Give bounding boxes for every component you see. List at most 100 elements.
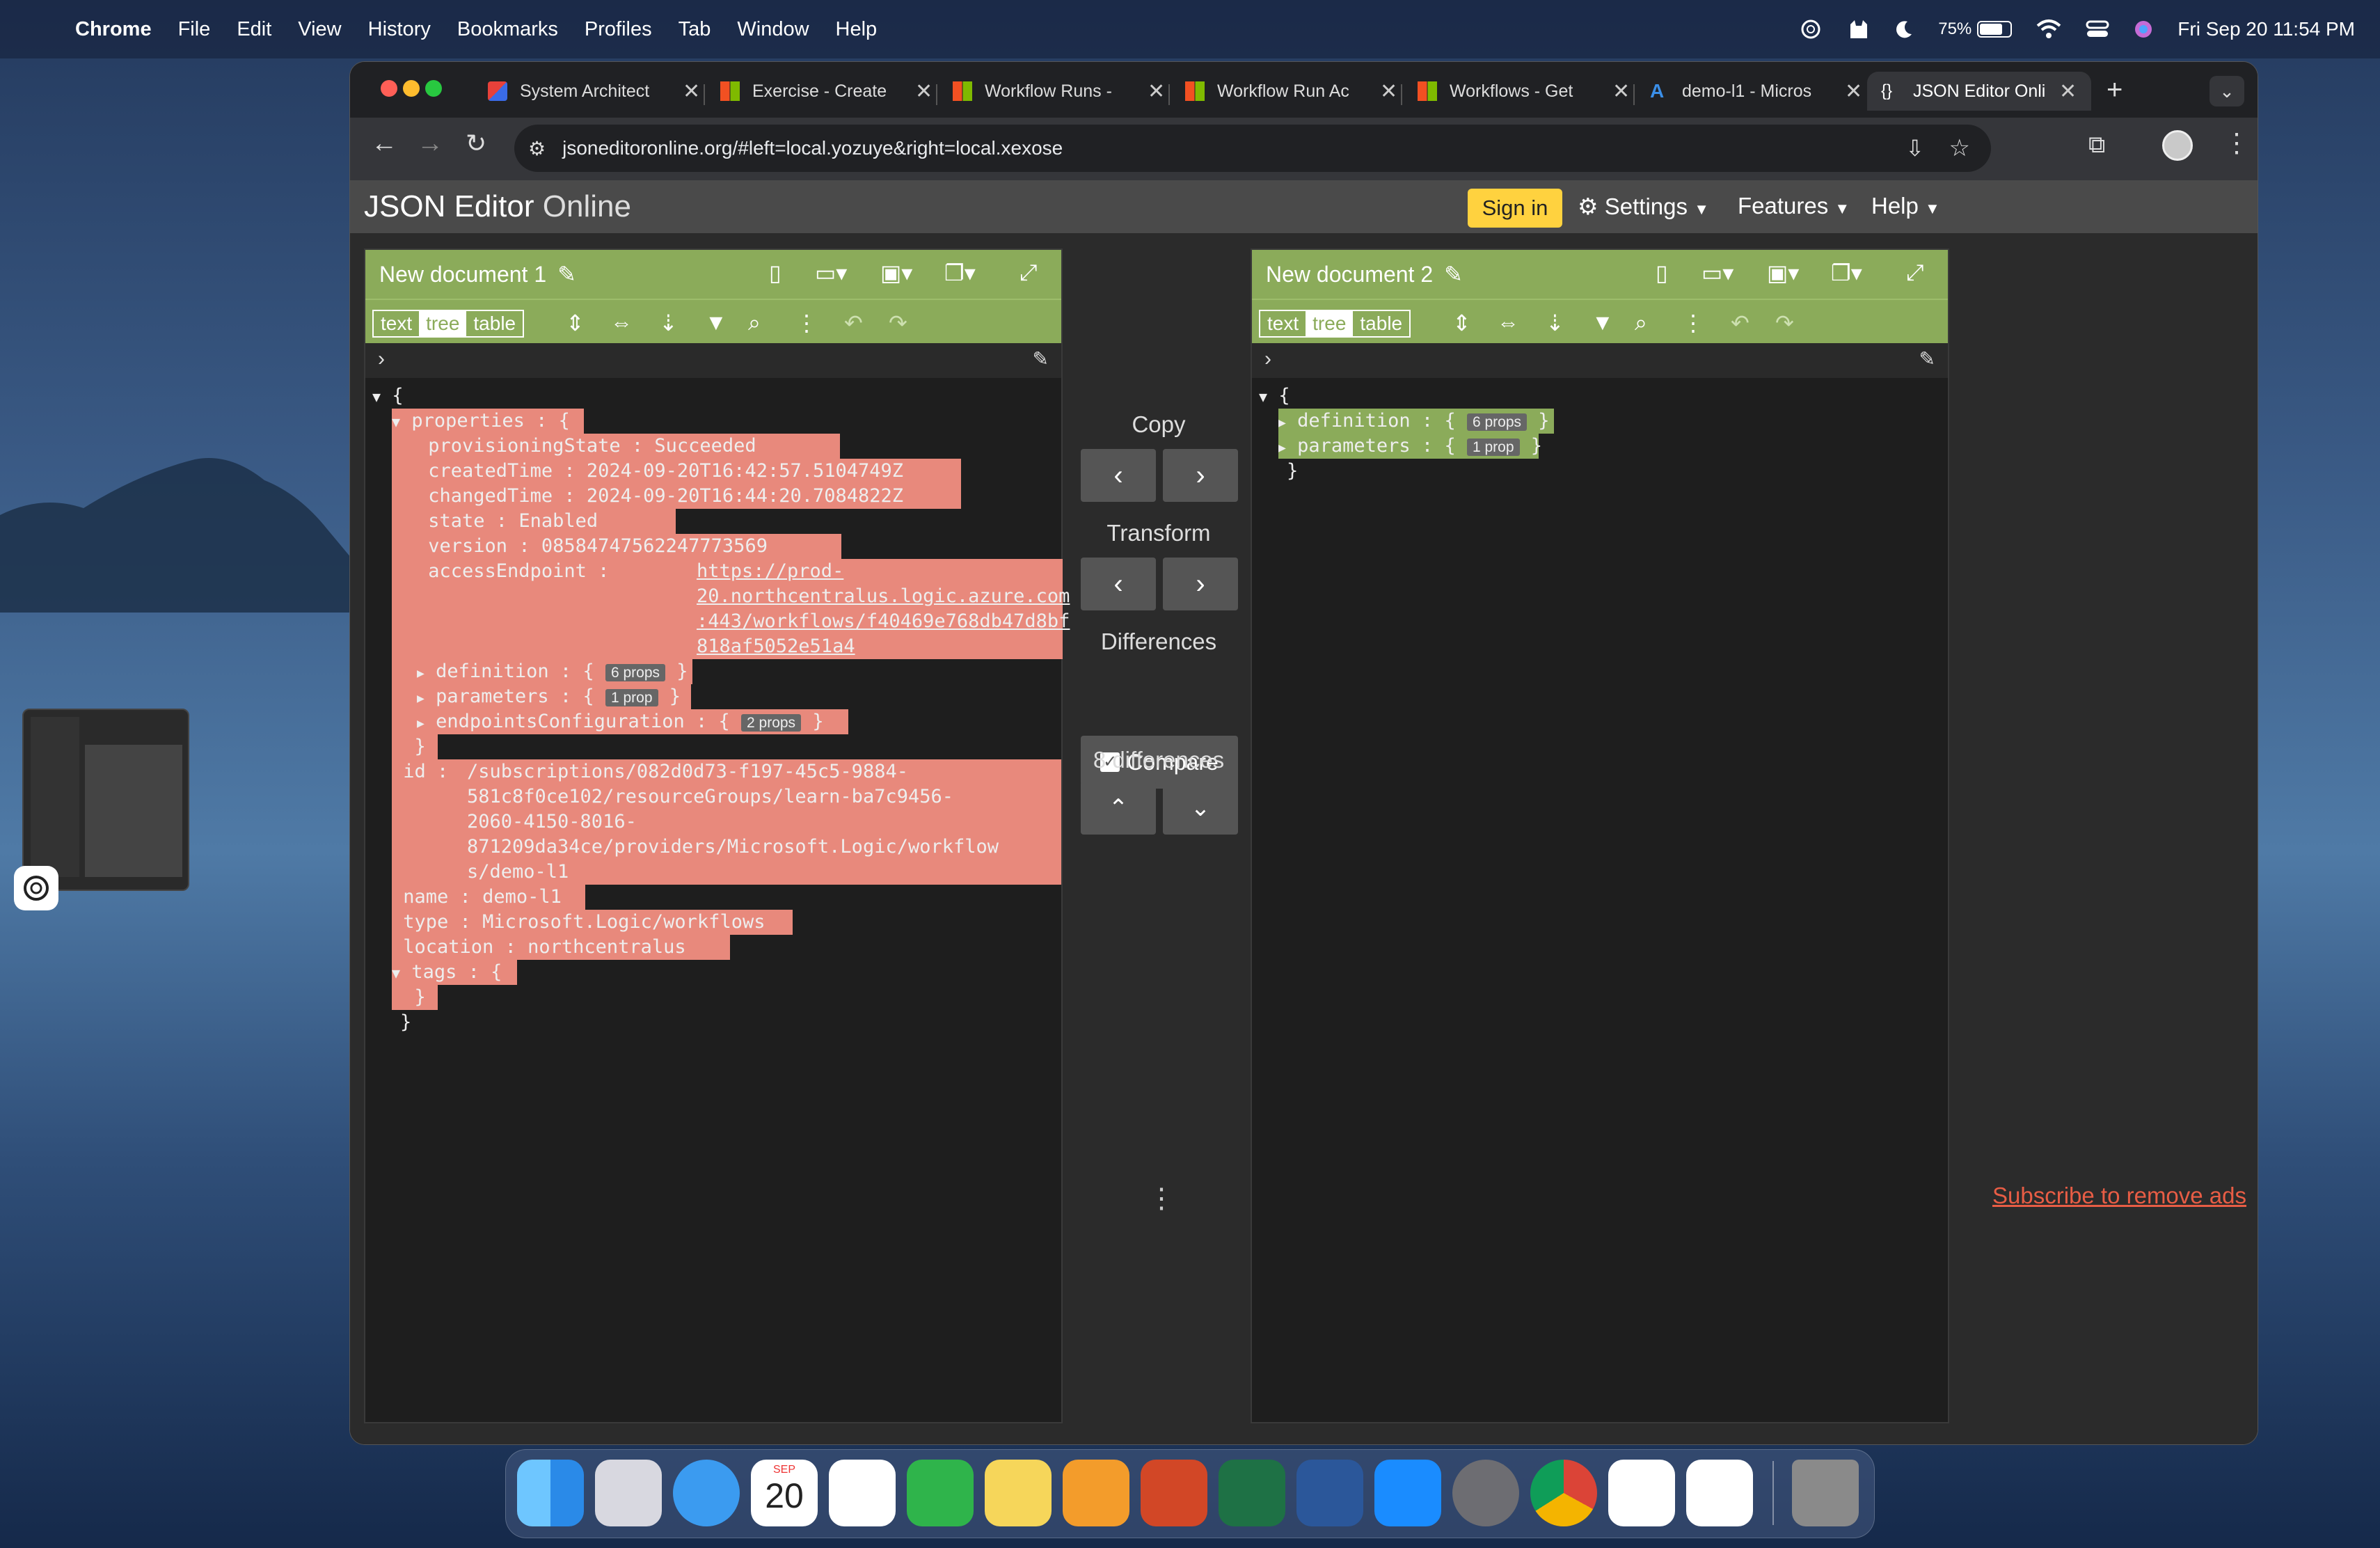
expand-all-icon[interactable]: ⇕ (1452, 310, 1471, 336)
chatgpt-app-icon[interactable] (14, 866, 58, 910)
node-value[interactable]: 2024-09-20T16:44:20.7084822Z (587, 485, 903, 507)
mode-text-tab[interactable]: text (374, 311, 419, 336)
menu-help[interactable]: Help (836, 18, 878, 41)
endpoints-configuration-node[interactable]: ▶ endpointsConfiguration : { 2 props } (417, 709, 848, 734)
site-settings-icon[interactable]: ⚙ (528, 137, 546, 160)
tab-exercise-create[interactable]: Exercise - Create ✕ (706, 72, 933, 111)
forward-arrow-icon[interactable]: → (417, 129, 443, 159)
expand-all-icon[interactable]: ⇕ (566, 310, 585, 336)
close-tab-icon[interactable]: ✕ (683, 79, 700, 104)
props-count-badge[interactable]: 1 prop (1466, 439, 1520, 456)
address-bar[interactable]: ⚙ jsoneditoronline.org/#left=local.yozuy… (514, 125, 1991, 172)
safari-icon[interactable] (673, 1460, 740, 1526)
search-icon[interactable]: ⌕ (748, 310, 761, 336)
redo-icon[interactable]: ↷ (889, 310, 907, 336)
redo-icon[interactable]: ↷ (1775, 310, 1794, 336)
calendar-icon[interactable]: SEP 20 (751, 1460, 818, 1526)
chatgpt-icon[interactable] (1686, 1460, 1753, 1526)
node-value[interactable]: Enabled (518, 510, 598, 532)
collapse-triangle-icon[interactable]: ▼ (392, 965, 400, 981)
next-difference-button[interactable]: ⌄ (1163, 782, 1238, 835)
endpoint-link-line1[interactable]: https://prod- (697, 559, 843, 584)
node-value[interactable]: northcentralus (527, 936, 686, 958)
menu-edit[interactable]: Edit (237, 18, 271, 41)
tab-workflow-run-actions[interactable]: Workflow Run Ac ✕ (1171, 72, 1397, 111)
close-tab-icon[interactable]: ✕ (2059, 79, 2077, 104)
mode-text-tab[interactable]: text (1260, 311, 1306, 336)
zoom-window-button[interactable] (425, 80, 442, 97)
edit-title-icon[interactable]: ✎ (1444, 261, 1463, 287)
more-options-icon[interactable]: ⋮ (795, 310, 818, 336)
minimize-window-button[interactable] (403, 80, 420, 97)
id-value-line5[interactable]: s/demo-l1 (467, 860, 569, 885)
props-count-badge[interactable]: 6 props (605, 664, 665, 681)
mode-tree-tab[interactable]: tree (1306, 311, 1354, 336)
tab-search-chevron-icon[interactable]: ⌄ (2210, 76, 2244, 106)
endpoint-link-line2[interactable]: 20.northcentralus.logic.azure.com (697, 584, 1070, 609)
undo-icon[interactable]: ↶ (844, 310, 863, 336)
menu-view[interactable]: View (298, 18, 341, 41)
system-settings-icon[interactable] (1452, 1460, 1519, 1526)
mode-table-tab[interactable]: table (466, 311, 523, 336)
definition-node[interactable]: ▶ definition : { 6 props } (417, 659, 692, 684)
wifi-icon[interactable] (2036, 19, 2062, 40)
copy-right-button[interactable]: › (1163, 449, 1238, 502)
node-value[interactable]: Microsoft.Logic/workflows (482, 911, 765, 933)
powerpoint-icon[interactable] (1141, 1460, 1207, 1526)
app-title[interactable]: JSON Editor Online (364, 189, 631, 224)
launchpad-icon[interactable] (595, 1460, 662, 1526)
menu-tab[interactable]: Tab (679, 18, 711, 41)
collapse-all-icon[interactable]: ⇔ (610, 310, 633, 335)
previous-difference-button[interactable]: ⌃ (1081, 782, 1156, 835)
props-count-badge[interactable]: 6 props (1466, 413, 1527, 431)
breadcrumb-chevron-icon[interactable]: › (1264, 347, 1271, 371)
tab-demo-l1[interactable]: A demo-l1 - Micros ✕ (1636, 72, 1862, 111)
endpoint-link-line4[interactable]: 818af5052e51a4 (697, 634, 855, 659)
filter-icon[interactable]: ▼ (1592, 310, 1614, 335)
edit-title-icon[interactable]: ✎ (557, 261, 576, 287)
desktop-window-thumbnail[interactable] (22, 709, 189, 891)
close-tab-icon[interactable]: ✕ (1612, 79, 1630, 104)
copy-icon[interactable]: ❐▾ (1831, 260, 1862, 286)
menu-window[interactable]: Window (737, 18, 809, 41)
location-row[interactable]: location : northcentralus (392, 935, 730, 960)
collapse-triangle-icon[interactable]: ▼ (1259, 388, 1267, 405)
battery-status[interactable]: 75% (1938, 19, 2013, 39)
mode-tree-tab[interactable]: tree (419, 311, 467, 336)
install-app-icon[interactable]: ⇩ (1905, 135, 1924, 161)
help-menu[interactable]: Help ▼ (1871, 193, 1940, 219)
id-value-line2[interactable]: 581c8f0ce102/resourceGroups/learn-ba7c94… (467, 784, 953, 809)
open-folder-icon[interactable]: ▭▾ (1701, 260, 1734, 286)
siri-icon[interactable] (2133, 19, 2154, 40)
word-icon[interactable] (1296, 1460, 1363, 1526)
finder-icon[interactable] (517, 1460, 584, 1526)
menu-profiles[interactable]: Profiles (585, 18, 652, 41)
sort-icon[interactable]: ⇣ (659, 310, 678, 336)
collapse-triangle-icon[interactable]: ▼ (392, 413, 400, 430)
breadcrumb-chevron-icon[interactable]: › (378, 347, 385, 371)
right-doc-title[interactable]: New document 2 (1266, 262, 1433, 287)
transform-right-button[interactable]: › (1163, 558, 1238, 610)
sign-in-button[interactable]: Sign in (1468, 189, 1562, 228)
close-tab-icon[interactable]: ✕ (1380, 79, 1397, 104)
chrome-menu-icon[interactable]: ⋮ (2223, 127, 2250, 159)
properties-node[interactable]: ▼ properties : { (392, 409, 584, 434)
save-icon[interactable]: ▣▾ (1767, 260, 1799, 286)
reload-icon[interactable]: ↻ (466, 129, 486, 158)
notes-icon[interactable] (985, 1460, 1052, 1526)
cat-status-icon[interactable] (1846, 17, 1870, 41)
fullscreen-icon[interactable]: ⤢ (1906, 260, 1924, 286)
id-value-line4[interactable]: 871209da34ce/providers/Microsoft.Logic/w… (467, 835, 999, 860)
edit-path-icon[interactable]: ✎ (1033, 347, 1049, 370)
expand-triangle-icon[interactable]: ▶ (417, 666, 425, 681)
tab-workflows-get[interactable]: Workflows - Get ✕ (1404, 72, 1630, 111)
transform-left-button[interactable]: ‹ (1081, 558, 1156, 610)
copy-left-button[interactable]: ‹ (1081, 449, 1156, 502)
tags-node[interactable]: ▼ tags : { (392, 960, 517, 985)
definition-node[interactable]: ▶ definition : { 6 props } (1278, 409, 1554, 434)
version-row[interactable]: version : 08584747562247773569 (417, 534, 841, 559)
extensions-puzzle-icon[interactable]: ⧉ (2088, 132, 2105, 159)
id-value-line3[interactable]: 2060-4150-8016- (467, 809, 637, 835)
access-endpoint-row[interactable]: accessEndpoint : https://prod- 20.northc… (417, 559, 1070, 659)
left-doc-title[interactable]: New document 1 (379, 262, 546, 287)
